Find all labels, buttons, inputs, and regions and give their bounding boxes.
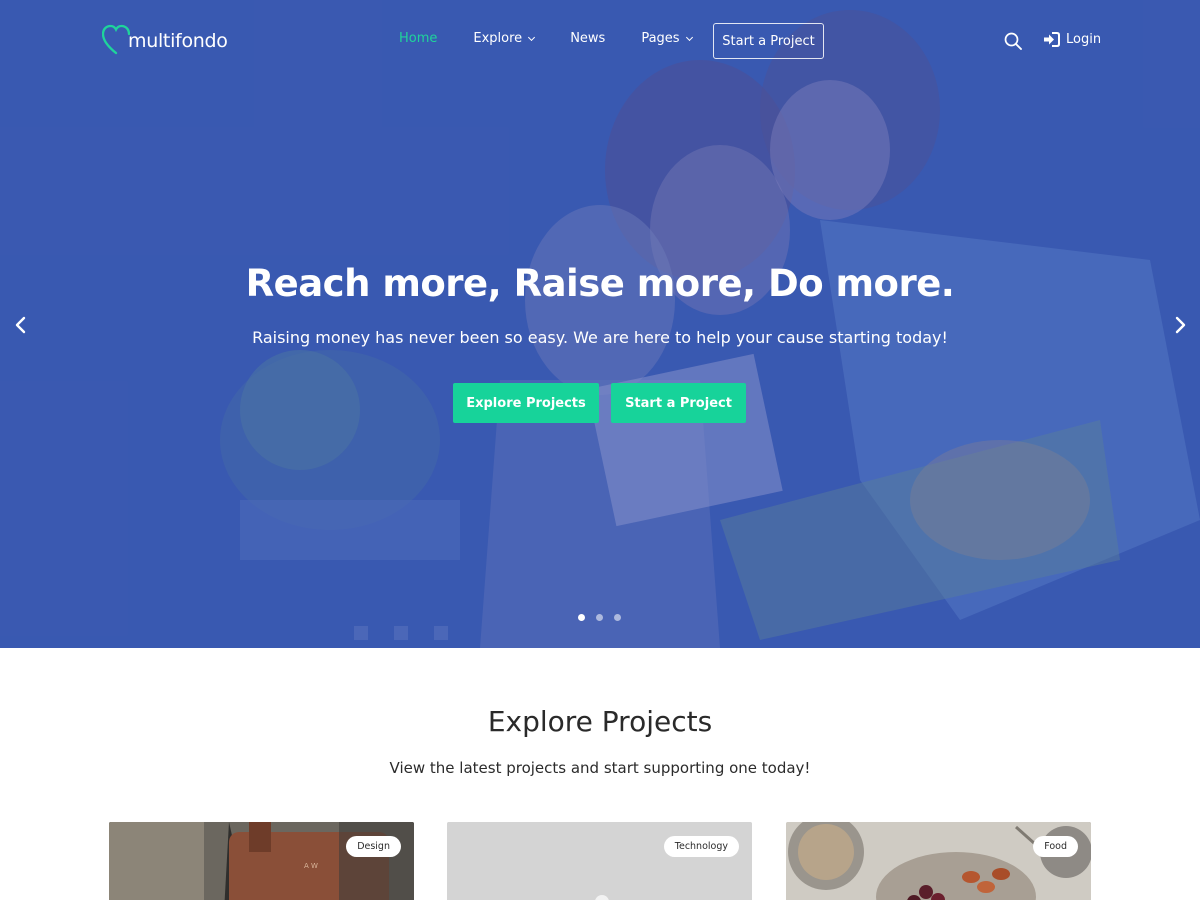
- slider-dot[interactable]: [596, 614, 603, 621]
- project-card[interactable]: A W Design: [109, 822, 414, 900]
- hero-overlay: [0, 0, 1200, 648]
- logo[interactable]: multifondo: [102, 24, 228, 58]
- project-image: [447, 822, 752, 900]
- header-start-project-button[interactable]: Start a Project: [713, 23, 824, 59]
- hero-slider: Reach more, Raise more, Do more. Raising…: [0, 0, 1200, 648]
- slider-dot[interactable]: [578, 614, 585, 621]
- nav-item-label: News: [570, 31, 606, 46]
- section-title: Explore Projects: [487, 705, 713, 738]
- hero-title: Reach more, Raise more, Do more.: [245, 262, 955, 305]
- category-badge[interactable]: Technology: [663, 836, 739, 857]
- section-subtitle: View the latest projects and start suppo…: [389, 759, 811, 777]
- nav-item-label: Explore: [473, 31, 523, 46]
- nav-item-label: Pages: [641, 31, 680, 46]
- project-image: A W: [109, 822, 414, 900]
- slider-dot[interactable]: [614, 614, 621, 621]
- project-image: [786, 822, 1091, 900]
- category-badge[interactable]: Design: [346, 836, 401, 857]
- nav-item-news[interactable]: News: [570, 31, 605, 46]
- login-label: Login: [1066, 32, 1102, 47]
- chevron-down-icon: [528, 33, 536, 41]
- heart-logo-icon: [102, 24, 130, 55]
- nav-item-home[interactable]: Home: [399, 31, 437, 46]
- project-card[interactable]: Technology: [447, 822, 752, 900]
- search-icon[interactable]: [1004, 32, 1022, 50]
- slider-next-arrow-icon[interactable]: [1171, 316, 1189, 334]
- login-link[interactable]: Login: [1043, 31, 1101, 48]
- explore-projects-button[interactable]: Explore Projects: [453, 383, 599, 423]
- nav-item-pages[interactable]: Pages: [641, 31, 693, 46]
- category-badge[interactable]: Food: [1033, 836, 1078, 857]
- nav-item-label: Home: [399, 31, 438, 46]
- slider-pagination: [578, 614, 632, 621]
- svg-text:A W: A W: [304, 862, 318, 870]
- sign-in-icon: [1044, 32, 1060, 47]
- project-card[interactable]: Food: [786, 822, 1091, 900]
- hero-subtitle: Raising money has never been so easy. We…: [252, 328, 948, 347]
- slider-prev-arrow-icon[interactable]: [12, 316, 30, 334]
- chevron-down-icon: [685, 33, 693, 41]
- logo-text: multifondo: [128, 30, 228, 52]
- site-header: multifondo Home Explore News Pages Start…: [0, 0, 1200, 82]
- start-project-button[interactable]: Start a Project: [611, 383, 746, 423]
- main-nav: Home Explore News Pages: [399, 31, 728, 46]
- nav-item-explore[interactable]: Explore: [473, 31, 536, 46]
